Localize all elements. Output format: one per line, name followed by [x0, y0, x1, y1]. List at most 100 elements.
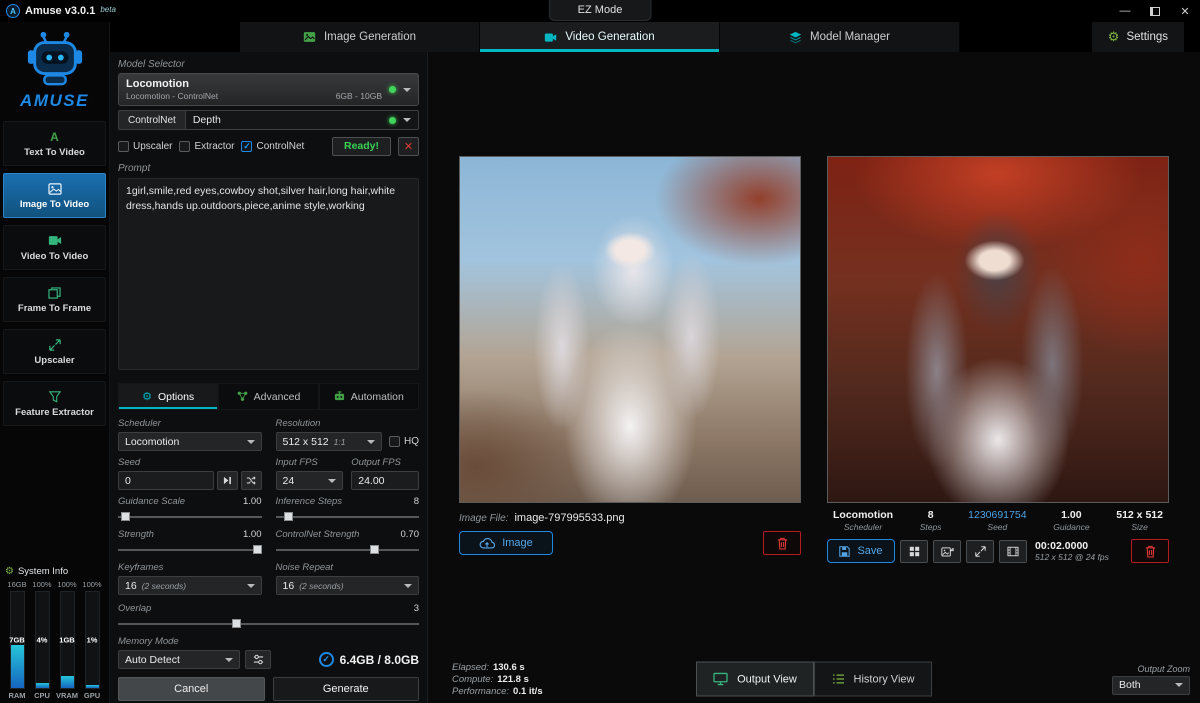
slider-handle[interactable] [121, 512, 130, 521]
noise-repeat-dropdown[interactable]: 16 (2 seconds) [276, 576, 420, 595]
tab-model-manager[interactable]: Model Manager [720, 22, 960, 52]
chevron-down-icon [403, 88, 411, 92]
seed-label: Seed [118, 457, 140, 468]
minimize-icon: — [1120, 5, 1131, 17]
seed-increment-button[interactable] [217, 471, 238, 490]
memory-mode-dropdown[interactable]: Auto Detect [118, 650, 240, 669]
output-zoom-dropdown[interactable]: Both [1112, 676, 1190, 695]
grid-icon [909, 546, 920, 557]
unload-model-button[interactable]: ✕ [398, 137, 419, 156]
sidebar-item-upscaler[interactable]: Upscaler [3, 329, 106, 374]
select-image-button[interactable]: Image [459, 531, 553, 555]
sidebar-item-video-to-video[interactable]: Video To Video [3, 225, 106, 270]
output-area: Image File: image-797995533.png Image [428, 52, 1200, 703]
slider-handle[interactable] [253, 545, 262, 554]
view-switcher: Output View History View [696, 662, 932, 697]
hq-checkbox[interactable]: HQ [389, 436, 419, 447]
resize-button[interactable] [966, 540, 994, 563]
seed-random-button[interactable] [241, 471, 262, 490]
sidebar-item-frame-to-frame[interactable]: Frame To Frame [3, 277, 106, 322]
delete-input-button[interactable] [763, 531, 801, 555]
output-fps-input[interactable]: 24.00 [351, 471, 419, 490]
tab-image-generation[interactable]: Image Generation [240, 22, 480, 52]
extract-icon [49, 390, 61, 404]
strength-slider[interactable] [118, 543, 262, 556]
memory-usage-indicator: ✓ 6.4GB / 8.0GB [319, 652, 419, 667]
cancel-button[interactable]: Cancel [118, 677, 265, 701]
prompt-input[interactable]: 1girl,smile,red eyes,cowboy shot,silver … [118, 178, 419, 370]
image-file-label: Image File: [459, 513, 508, 524]
save-icon [839, 546, 850, 557]
tab-automation[interactable]: Automation [319, 383, 419, 410]
save-button[interactable]: Save [827, 539, 895, 563]
history-view-button[interactable]: History View [814, 662, 932, 697]
aspect-ratio: 1:1 [334, 437, 362, 447]
chevron-down-icon [403, 118, 411, 122]
tab-video-generation[interactable]: Video Generation [480, 22, 720, 52]
output-image-card: Locomotion Scheduler 8 Steps 1230691754 … [827, 156, 1169, 655]
slider-handle[interactable] [284, 512, 293, 521]
overlap-label: Overlap [118, 603, 151, 614]
sidebar-item-text-to-video[interactable]: A Text To Video [3, 121, 106, 166]
chevron-down-icon [225, 658, 233, 662]
controlnet-checkbox[interactable]: ✓ ControlNet [241, 141, 304, 152]
guidance-scale-slider[interactable] [118, 510, 262, 523]
ready-status-button[interactable]: Ready! [332, 137, 391, 156]
inference-steps-slider[interactable] [276, 510, 420, 523]
memory-settings-button[interactable] [245, 650, 271, 669]
slider-handle[interactable] [232, 619, 241, 628]
tab-advanced[interactable]: Advanced [218, 383, 318, 410]
sidebar: AMUSE A Text To Video Image To Video [0, 22, 110, 703]
ez-mode-button[interactable]: EZ Mode [549, 0, 652, 21]
robot-logo-icon [24, 28, 86, 90]
controlnet-label: ControlNet [118, 110, 185, 130]
resize-icon [975, 546, 986, 557]
generated-image-preview [827, 156, 1169, 503]
export-image-button[interactable] [933, 540, 961, 563]
statusbar: Elapsed:130.6 s Compute:121.8 s Performa… [428, 655, 1200, 703]
sidebar-item-image-to-video[interactable]: Image To Video [3, 173, 106, 218]
maximize-button[interactable] [1140, 0, 1170, 22]
inference-steps-label: Inference Steps [276, 496, 343, 507]
extractor-checkbox[interactable]: Extractor [179, 141, 234, 152]
frames-export-button[interactable] [999, 540, 1027, 563]
delete-output-button[interactable] [1131, 539, 1169, 563]
settings-button[interactable]: ⚙ Settings [1092, 22, 1184, 52]
text-icon: A [50, 130, 59, 144]
keyframes-dropdown[interactable]: 16 (2 seconds) [118, 576, 262, 595]
info-seed: 1230691754 Seed [968, 509, 1026, 532]
meter-vram: 100% 1GB VRAM [55, 580, 79, 700]
input-fps-label: Input FPS [276, 457, 318, 468]
strength-value: 1.00 [243, 529, 262, 540]
grid-view-button[interactable] [900, 540, 928, 563]
generate-button[interactable]: Generate [273, 677, 420, 701]
timing-stats: Elapsed:130.6 s Compute:121.8 s Performa… [452, 662, 543, 697]
slider-handle[interactable] [370, 545, 379, 554]
format-value: 512 x 512 @ 24 fps [1035, 552, 1109, 562]
upscale-icon [49, 338, 61, 352]
overlap-slider[interactable] [118, 617, 419, 630]
chevron-down-icon [247, 584, 255, 588]
guidance-scale-value: 1.00 [243, 496, 262, 507]
resolution-dropdown[interactable]: 512 x 512 1:1 [276, 432, 383, 451]
output-view-button[interactable]: Output View [696, 662, 814, 697]
controlnet-type-dropdown[interactable]: Depth [185, 110, 419, 130]
sidebar-item-feature-extractor[interactable]: Feature Extractor [3, 381, 106, 426]
seed-input[interactable]: 0 [118, 471, 214, 490]
chevron-down-icon [367, 440, 375, 444]
titlebar: A Amuse v3.0.1 beta EZ Mode — ✕ [0, 0, 1200, 22]
close-button[interactable]: ✕ [1170, 0, 1200, 22]
image-export-icon [941, 546, 954, 557]
tab-options[interactable]: ⚙ Options [118, 383, 218, 410]
scheduler-dropdown[interactable]: Locomotion [118, 432, 262, 451]
controlnet-strength-slider[interactable] [276, 543, 420, 556]
duration-value: 00:02.0000 [1035, 540, 1109, 553]
amuse-logo: AMUSE [0, 22, 109, 111]
chevron-down-icon [247, 440, 255, 444]
input-fps-dropdown[interactable]: 24 [276, 471, 344, 490]
model-selector-dropdown[interactable]: Locomotion Locomotion - ControlNet 6GB -… [118, 73, 419, 106]
trash-icon [1145, 545, 1156, 558]
chevron-down-icon [1175, 683, 1183, 687]
upscaler-checkbox[interactable]: Upscaler [118, 141, 172, 152]
minimize-button[interactable]: — [1110, 0, 1140, 22]
